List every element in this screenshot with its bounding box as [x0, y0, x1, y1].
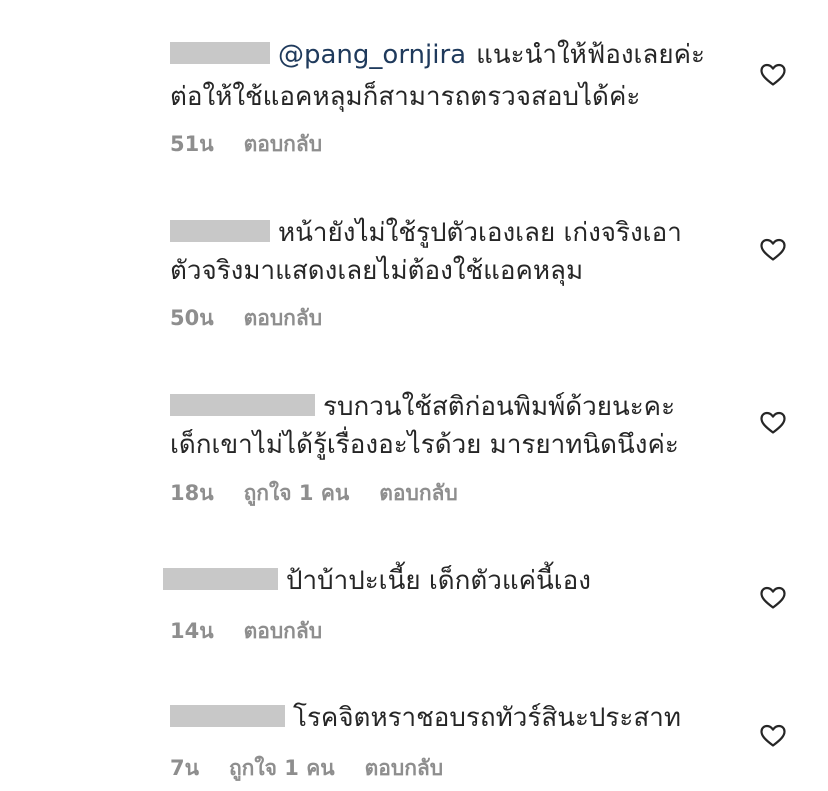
comment-time: 50น [170, 306, 214, 330]
comment-meta: 18น ถูกใจ 1 คน ตอบกลับ [170, 477, 488, 510]
reply-button[interactable]: ตอบกลับ [244, 132, 323, 156]
comment-meta: 50น ตอบกลับ [170, 302, 352, 335]
comment-time: 14น [170, 619, 214, 643]
redacted-username[interactable] [163, 567, 278, 590]
reply-button[interactable]: ตอบกลับ [379, 481, 458, 505]
heart-outline-icon[interactable] [760, 238, 786, 262]
comment-line: หน้ายังไม่ใช้รูปตัวเองเลย เก่งจริงเอา [278, 218, 682, 248]
redacted-username[interactable] [170, 704, 285, 727]
mention-link[interactable]: @pang_ornjira [278, 40, 466, 70]
redacted-username[interactable] [170, 219, 270, 242]
comment-text: ป้าบ้าปะเนี้ย เด็กตัวแค่นี้เอง [163, 560, 591, 602]
heart-outline-icon[interactable] [760, 724, 786, 748]
redacted-username[interactable] [170, 41, 270, 64]
comment-meta: 14น ตอบกลับ [170, 615, 352, 648]
comment-line: รบกวนใช้สติก่อนพิมพ์ด้วยนะคะ [323, 392, 676, 422]
comment-text: หน้ายังไม่ใช้รูปตัวเองเลย เก่งจริงเอา [170, 212, 682, 254]
heart-outline-icon[interactable] [760, 63, 786, 87]
reply-button[interactable]: ตอบกลับ [244, 306, 323, 330]
comment-meta: 51น ตอบกลับ [170, 128, 352, 161]
comment-line: ตัวจริงมาแสดงเลยไม่ต้องใช้แอคหลุม [170, 256, 584, 286]
reply-button[interactable]: ตอบกลับ [365, 756, 444, 780]
comment-text: โรคจิตหราชอบรถทัวร์สินะประสาท [170, 697, 681, 739]
comment-time: 51น [170, 132, 214, 156]
comment-meta: 7น ถูกใจ 1 คน ตอบกลับ [170, 752, 473, 785]
heart-outline-icon[interactable] [760, 411, 786, 435]
likes-count[interactable]: ถูกใจ 1 คน [229, 756, 335, 780]
comment-line: เด็กเขาไม่ได้รู้เรื่องอะไรด้วย มารยาทนิด… [170, 430, 679, 460]
comment-time: 18น [170, 481, 214, 505]
reply-button[interactable]: ตอบกลับ [244, 619, 323, 643]
comment-line: โรคจิตหราชอบรถทัวร์สินะประสาท [293, 703, 681, 733]
comment-line: ต่อให้ใช้แอคหลุมก็สามารถตรวจสอบได้ค่ะ [170, 82, 641, 112]
heart-outline-icon[interactable] [760, 586, 786, 610]
comment-time: 7น [170, 756, 199, 780]
comment-line: แนะนำให้ฟ้องเลยค่ะ [476, 40, 705, 70]
comment-line: ป้าบ้าปะเนี้ย เด็กตัวแค่นี้เอง [286, 566, 591, 596]
likes-count[interactable]: ถูกใจ 1 คน [244, 481, 350, 505]
comment-text: @pang_ornjira แนะนำให้ฟ้องเลยค่ะ [170, 34, 705, 76]
redacted-username[interactable] [170, 393, 315, 416]
comment-text: รบกวนใช้สติก่อนพิมพ์ด้วยนะคะ [170, 386, 675, 428]
